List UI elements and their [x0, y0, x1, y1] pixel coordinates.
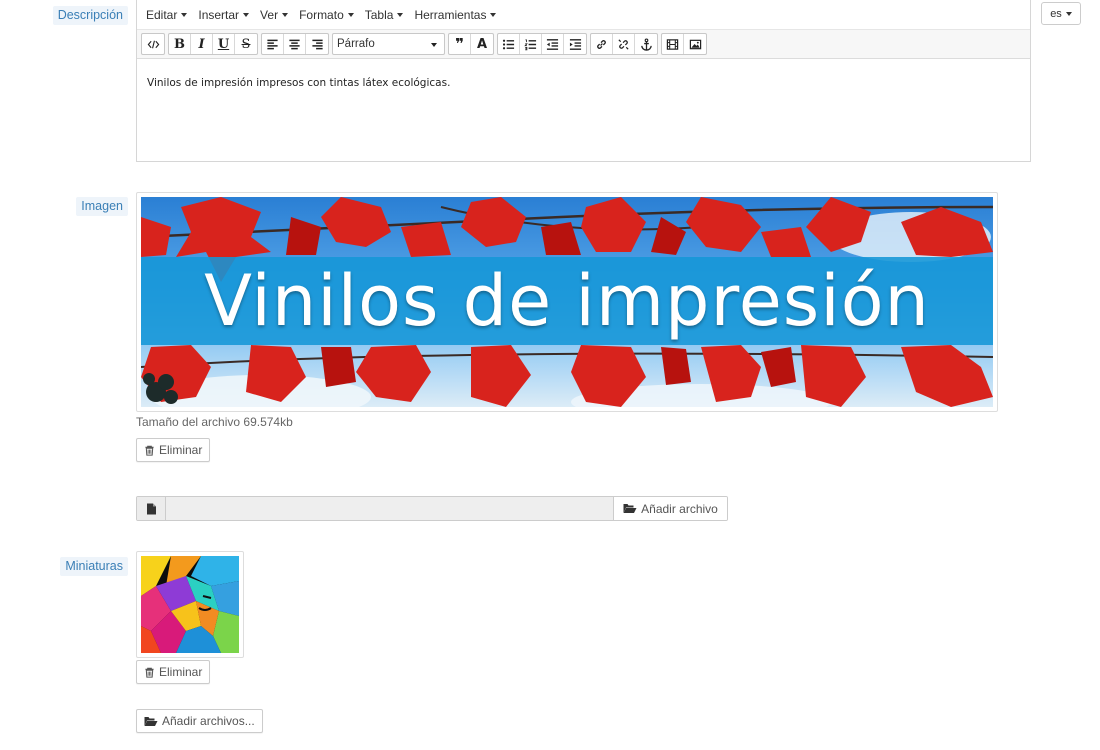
rich-text-editor: Editar Insertar Ver Formato Tabla Herram… [136, 0, 1031, 162]
strikethrough-icon: S [241, 36, 251, 52]
indent-button[interactable] [564, 34, 586, 54]
toolbar-group-align [261, 33, 329, 55]
toolbar-group-block: ❞ A [448, 33, 494, 55]
language-select-button[interactable]: es [1041, 2, 1081, 25]
insert-link-button[interactable] [591, 34, 613, 54]
add-files-button[interactable]: Añadir archivos... [136, 709, 263, 733]
align-center-icon [289, 39, 300, 49]
menu-herramientas[interactable]: Herramientas [414, 8, 497, 22]
file-size-text: Tamaño del archivo 69.574kb [136, 415, 293, 429]
blockquote-button[interactable]: ❞ [449, 34, 471, 54]
menu-insertar[interactable]: Insertar [198, 8, 250, 22]
editor-menubar: Editar Insertar Ver Formato Tabla Herram… [137, 0, 1030, 29]
editor-content-area[interactable]: Vinilos de impresión impresos con tintas… [137, 59, 1030, 159]
caret-down-icon [397, 13, 404, 17]
toolbar-group-text-style: B I U S [168, 33, 258, 55]
colorful-lion-graphic [141, 556, 239, 653]
text-color-button[interactable]: A [471, 34, 493, 54]
caret-down-icon [282, 13, 289, 17]
outdent-icon [546, 38, 559, 50]
align-center-button[interactable] [284, 34, 306, 54]
folder-open-icon [623, 504, 637, 513]
caret-down-icon [181, 13, 188, 17]
file-icon [146, 503, 156, 514]
menu-editar[interactable]: Editar [146, 8, 188, 22]
description-label: Descripción [52, 6, 128, 25]
quote-icon: ❞ [455, 35, 464, 53]
thumbnail-frame [136, 551, 244, 658]
toolbar-group-code [141, 33, 165, 55]
folder-open-icon [144, 716, 158, 726]
image-icon [689, 39, 701, 49]
trash-icon [145, 667, 154, 678]
editor-toolbar: B I U S Párrafo ❞ A [137, 29, 1030, 59]
outdent-button[interactable] [542, 34, 564, 54]
underline-button[interactable]: U [213, 34, 235, 54]
thumbnail-image[interactable] [141, 556, 239, 653]
add-file-button[interactable]: Añadir archivo [613, 497, 727, 520]
caret-down-icon [347, 13, 354, 17]
remove-link-button[interactable] [613, 34, 635, 54]
image-label: Imagen [76, 197, 128, 216]
align-left-icon [267, 39, 278, 49]
thumbnails-label: Miniaturas [60, 557, 128, 576]
trash-icon [145, 445, 154, 456]
toolbar-group-lists [497, 33, 587, 55]
link-icon [597, 39, 606, 49]
banner-title-text: Vinilos de impresión [204, 260, 930, 342]
format-select[interactable]: Párrafo [332, 33, 445, 55]
caret-down-icon [243, 13, 250, 17]
bold-button[interactable]: B [169, 34, 191, 54]
insert-video-button[interactable] [662, 34, 684, 54]
source-code-button[interactable] [142, 34, 164, 54]
align-right-button[interactable] [306, 34, 328, 54]
menu-formato[interactable]: Formato [299, 8, 354, 22]
toolbar-group-links [590, 33, 658, 55]
file-addon [137, 497, 166, 520]
bullet-list-button[interactable] [498, 34, 520, 54]
code-icon [147, 40, 159, 48]
numbered-list-icon [524, 38, 537, 50]
insert-image-button[interactable] [684, 34, 706, 54]
align-right-icon [311, 39, 323, 49]
banner-title-strip: Vinilos de impresión [141, 257, 993, 345]
indent-icon [569, 38, 581, 50]
delete-thumbnail-button[interactable]: Eliminar [136, 660, 211, 684]
bullet-list-icon [502, 39, 515, 49]
italic-icon: I [198, 36, 205, 52]
underline-icon: U [217, 36, 230, 52]
film-icon [666, 38, 679, 50]
menu-tabla[interactable]: Tabla [365, 8, 404, 22]
banner-image: Vinilos de impresión [141, 197, 993, 407]
anchor-button[interactable] [635, 34, 657, 54]
align-left-button[interactable] [262, 34, 284, 54]
editor-content-text: Vinilos de impresión impresos con tintas… [147, 77, 451, 89]
caret-down-icon [1065, 12, 1072, 16]
menu-ver[interactable]: Ver [260, 8, 289, 22]
strikethrough-button[interactable]: S [235, 34, 257, 54]
italic-button[interactable]: I [191, 34, 213, 54]
anchor-icon [640, 37, 652, 51]
chevron-down-icon [431, 42, 437, 47]
toolbar-group-media [661, 33, 707, 55]
image-preview-frame: Vinilos de impresión [136, 192, 998, 412]
bold-icon: B [174, 36, 185, 52]
text-color-icon: A [476, 36, 488, 52]
file-name-field[interactable] [166, 497, 613, 520]
numbered-list-button[interactable] [520, 34, 542, 54]
caret-down-icon [490, 13, 497, 17]
unlink-icon [618, 38, 629, 50]
delete-image-button[interactable]: Eliminar [136, 438, 211, 462]
file-upload-group: Añadir archivo [136, 496, 728, 521]
